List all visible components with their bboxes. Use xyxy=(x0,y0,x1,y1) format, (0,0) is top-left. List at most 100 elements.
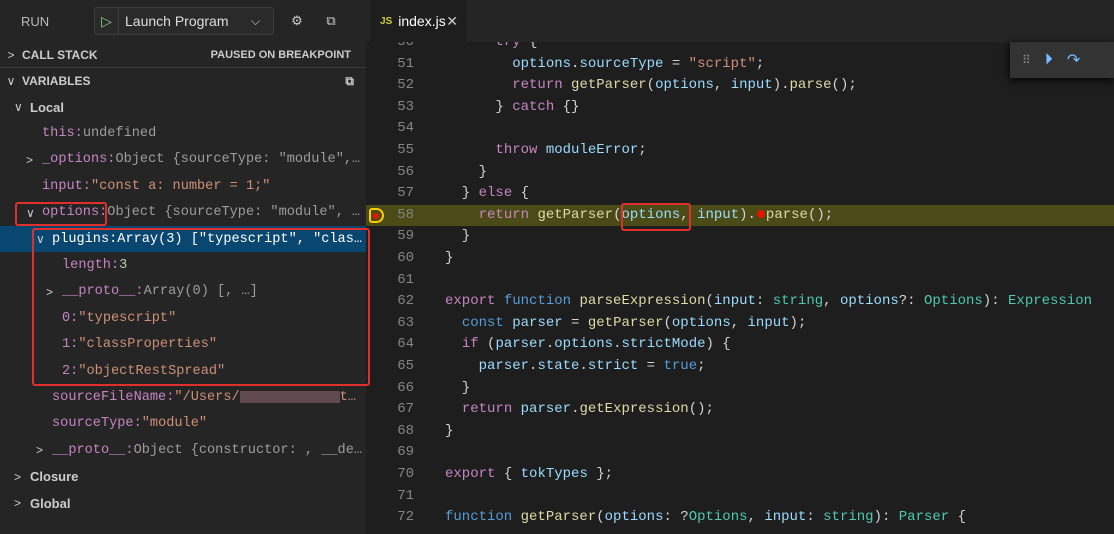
code-token: {} xyxy=(554,98,580,115)
code-token: . xyxy=(545,336,555,353)
launch-config-select[interactable]: ▷ Launch Program ⌵ xyxy=(94,7,274,35)
variable-row[interactable]: 0: "typescript" xyxy=(0,305,366,331)
chevron-down-icon[interactable]: ∨ xyxy=(36,232,52,246)
variable-value: "objectRestSpread" xyxy=(78,363,226,379)
tab-index-js[interactable]: JS index.js ✕ xyxy=(370,0,466,42)
code-token: else xyxy=(478,185,513,202)
code-token: function xyxy=(445,509,513,526)
variable-row[interactable]: > __proto__: Object {constructor: , __de… xyxy=(0,437,366,463)
scope-local[interactable]: ∨ Local xyxy=(0,94,366,120)
code-line[interactable]: 57 } else { xyxy=(366,183,1114,205)
code-line[interactable]: 70 export { tokTypes }; xyxy=(366,464,1114,486)
code-token: options xyxy=(655,77,714,94)
code-line[interactable]: 61 xyxy=(366,270,1114,292)
variable-name: plugins xyxy=(52,231,110,247)
chevron-down-icon[interactable]: ∨ xyxy=(26,206,42,220)
continue-icon[interactable]: ⏵ xyxy=(1045,51,1053,69)
variable-row[interactable]: length: 3 xyxy=(0,252,366,278)
code-line[interactable]: 51 options.sourceType = "script"; xyxy=(366,54,1114,76)
step-over-icon[interactable]: ↷ xyxy=(1067,50,1080,70)
variable-row[interactable]: > _options: Object {sourceType: "module",… xyxy=(0,147,366,173)
variable-row[interactable]: > __proto__: Array(0) [, …] xyxy=(0,279,366,305)
drag-handle-icon[interactable]: ⠿ xyxy=(1022,53,1031,67)
variable-name: input xyxy=(42,178,83,194)
inline-breakpoint-icon[interactable] xyxy=(756,209,765,218)
variable-row[interactable]: ∨ options: Object {sourceType: "module", … xyxy=(0,200,366,226)
line-number: 61 xyxy=(397,271,414,288)
call-stack-header[interactable]: > CALL STACK PAUSED ON BREAKPOINT xyxy=(0,42,366,68)
code-line[interactable]: 62 export function parseExpression(input:… xyxy=(366,291,1114,313)
code-text: } else { xyxy=(445,183,529,205)
gear-icon[interactable]: ⚙ xyxy=(286,10,308,32)
code-token: strictMode xyxy=(621,336,706,353)
chevron-right-icon[interactable]: > xyxy=(26,153,42,167)
code-line[interactable]: 68} xyxy=(366,421,1114,443)
variable-value: "/Users/ xyxy=(174,389,240,405)
code-line[interactable]: 50 try { xyxy=(366,42,1114,54)
debug-console-icon[interactable]: ⧉ xyxy=(320,10,342,32)
code-line[interactable]: 54 xyxy=(366,118,1114,140)
code-line[interactable]: 55 throw moduleError; xyxy=(366,140,1114,162)
line-number: 69 xyxy=(397,444,414,461)
code-token: = xyxy=(562,314,588,331)
code-token: ( xyxy=(596,509,605,526)
code-line[interactable]: 66 } xyxy=(366,378,1114,400)
chevron-right-icon[interactable]: > xyxy=(36,443,52,457)
code-line[interactable]: 65 parser.state.strict = true; xyxy=(366,356,1114,378)
code-token: input xyxy=(764,509,807,526)
variable-name: 1 xyxy=(62,337,71,353)
code-line[interactable]: 67 return parser.getExpression(); xyxy=(366,399,1114,421)
scope-global[interactable]: > Global xyxy=(0,490,366,516)
editor-tabs: JS index.js ✕ xyxy=(366,0,1114,42)
chevron-down-icon[interactable]: ⌵ xyxy=(251,14,273,29)
code-token: , xyxy=(680,206,698,223)
chevron-right-icon[interactable]: > xyxy=(46,285,62,299)
code-line[interactable]: 72 function getParser(options: ?Options, … xyxy=(366,507,1114,529)
variable-row[interactable]: 1: "classProperties" xyxy=(0,332,366,358)
variable-row[interactable]: sourceFileName: "/Users/t… xyxy=(0,384,366,410)
scope-closure[interactable]: > Closure xyxy=(0,463,366,489)
variables-header[interactable]: ∨ VARIABLES ⧉ xyxy=(0,68,366,94)
code-text: if (parser.options.strictMode) { xyxy=(445,334,731,356)
start-debugging-icon[interactable]: ▷ xyxy=(95,8,119,34)
variable-row[interactable]: this: undefined xyxy=(0,120,366,146)
line-number: 68 xyxy=(397,422,414,439)
chevron-right-icon: > xyxy=(14,496,22,511)
code-line[interactable]: 53 } catch {} xyxy=(366,97,1114,119)
code-text: return parser.getExpression(); xyxy=(445,399,714,421)
code-line[interactable]: 69 xyxy=(366,442,1114,464)
code-token: catch xyxy=(512,98,555,115)
line-number: 70 xyxy=(397,466,414,482)
variable-row[interactable]: input: "const a: number = 1;" xyxy=(0,173,366,199)
variable-name: __proto__ xyxy=(62,284,136,300)
code-token: return xyxy=(461,401,513,418)
code-line[interactable]: 64 if (parser.options.strictMode) { xyxy=(366,334,1114,356)
code-text: } xyxy=(445,421,453,443)
code-line[interactable]: 56 } xyxy=(366,162,1114,184)
line-number: 71 xyxy=(397,487,414,504)
code-line[interactable]: 63 const parser = getParser(options, inp… xyxy=(366,313,1114,335)
code-line[interactable]: 52 return getParser(options, input).pars… xyxy=(366,75,1114,97)
close-icon[interactable]: ✕ xyxy=(446,13,458,30)
code-line[interactable]: 58 return getParser(options, input). pars… xyxy=(366,204,1114,227)
collapse-all-icon[interactable]: ⧉ xyxy=(345,74,354,89)
code-editor[interactable]: 50 try {51 options.sourceType = "script"… xyxy=(366,42,1114,534)
variable-row[interactable]: sourceType: "module" xyxy=(0,411,366,437)
code-line[interactable]: 71 xyxy=(366,486,1114,508)
code-text: } xyxy=(445,248,453,270)
code-token: parser xyxy=(495,336,546,353)
separator: : xyxy=(109,231,118,247)
code-token: moduleError xyxy=(545,142,639,158)
code-token: if xyxy=(461,336,479,353)
code-token: throw xyxy=(495,142,538,158)
variable-value: "module" xyxy=(141,416,208,432)
code-line[interactable]: 59 } xyxy=(366,226,1114,248)
code-token: ): xyxy=(982,293,1009,310)
breakpoint-current-icon[interactable] xyxy=(369,207,384,223)
variable-row[interactable]: 2: "objectRestSpread" xyxy=(0,358,366,384)
code-token: parseExpression xyxy=(579,293,706,310)
code-line[interactable]: 60} xyxy=(366,248,1114,270)
variable-row[interactable]: ∨ plugins: Array(3) ["typescript", "clas… xyxy=(0,225,366,253)
code-token: Expression xyxy=(1008,293,1093,310)
